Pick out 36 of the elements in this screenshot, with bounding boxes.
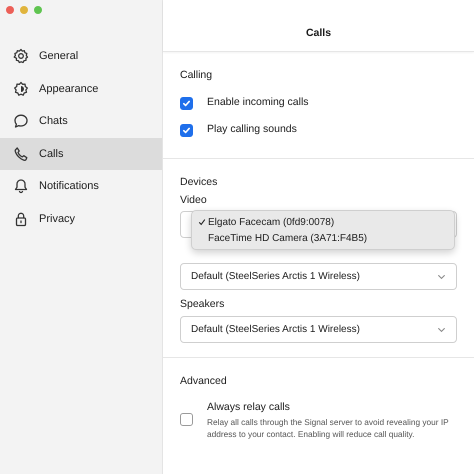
section-heading: Devices xyxy=(180,174,218,190)
checkbox[interactable] xyxy=(180,96,193,110)
checkbox[interactable] xyxy=(180,124,193,137)
device-select[interactable]: Default (SteelSeries Arctis 1 Wireless) xyxy=(180,263,457,290)
check-icon xyxy=(182,98,191,108)
description-text: Relay all calls through the Signal server to avoid revealing your IP address to your contact. Enabling will reduce call quality. xyxy=(207,416,450,440)
menu-item[interactable]: FaceTime HD Camera (3A71:F4B5) xyxy=(192,230,454,246)
field-label: Video xyxy=(180,192,208,208)
chat-bubble-icon xyxy=(13,113,29,130)
bell-icon xyxy=(13,178,29,194)
minimize-button[interactable] xyxy=(20,6,28,14)
sidebar-item[interactable]: General xyxy=(0,40,162,72)
sidebar-item[interactable]: Notifications xyxy=(0,170,162,202)
checkbox-label: Enable incoming calls xyxy=(207,95,309,110)
sidebar-item[interactable]: Chats xyxy=(0,105,162,138)
chevron-down-icon xyxy=(437,326,446,332)
checkbox[interactable] xyxy=(180,413,193,426)
lock-icon xyxy=(13,210,29,227)
section-heading: Advanced xyxy=(180,374,228,389)
field-label: Speakers xyxy=(180,297,226,312)
phone-icon xyxy=(13,146,29,162)
window-title: Calls xyxy=(306,26,332,41)
checkbox-label: Always relay calls xyxy=(207,400,291,415)
sidebar-item[interactable]: Privacy xyxy=(0,202,162,235)
zoom-button[interactable] xyxy=(34,6,42,14)
sidebar-item[interactable]: Calls xyxy=(0,138,162,170)
menu-item[interactable]: Elgato Facecam (0fd9:0078) xyxy=(192,214,454,230)
close-button[interactable] xyxy=(6,6,14,14)
device-select[interactable]: Default (SteelSeries Arctis 1 Wireless) xyxy=(180,316,457,343)
checkbox-label: Play calling sounds xyxy=(207,122,297,138)
sidebar-item[interactable]: Appearance xyxy=(0,72,162,105)
chevron-down-icon xyxy=(437,274,446,280)
settings-icon xyxy=(13,48,29,64)
check-icon xyxy=(182,126,191,135)
section-heading: Calling xyxy=(180,68,214,83)
appearance-icon xyxy=(13,80,29,97)
